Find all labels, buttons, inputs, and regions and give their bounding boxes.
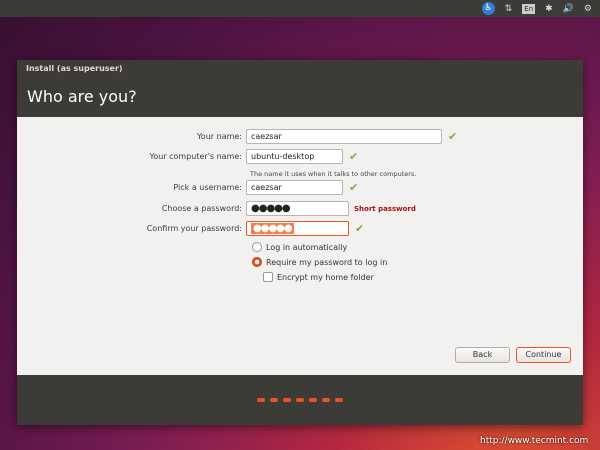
page-title: Who are you? [17,77,583,117]
watermark: http://www.tecmint.com [480,436,589,446]
progress-dot [283,398,291,402]
progress-footer [17,375,583,425]
selected-text: ●●●●● [251,223,294,234]
network-icon[interactable]: ⇅ [505,4,513,14]
bluetooth-icon[interactable]: ✱ [545,4,553,14]
top-panel: ♿ ⇅ En ✱ 🔊 ⚙ [0,0,600,17]
confirm-password-label: Confirm your password: [146,224,242,233]
accessibility-icon[interactable]: ♿ [481,2,495,15]
checkbox-label: Encrypt my home folder [277,272,374,282]
confirm-password-input[interactable]: ●●●●● [246,221,349,236]
volume-icon[interactable]: 🔊 [563,4,574,14]
keyboard-layout-indicator[interactable]: En [522,3,536,14]
computer-name-label: Your computer's name: [149,152,243,161]
progress-dot [257,398,265,402]
back-button[interactable]: Back [455,347,510,363]
name-label: Your name: [196,132,242,141]
progress-dot [296,398,304,402]
progress-dot [270,398,278,402]
progress-dot [309,398,317,402]
check-icon: ✔ [349,181,359,194]
radio-selected-icon [252,257,262,267]
password-label: Choose a password: [161,204,242,213]
progress-dot [322,398,330,402]
check-icon: ✔ [448,130,458,143]
radio-icon [252,242,262,252]
username-label: Pick a username: [173,183,242,192]
progress-dot [335,398,343,402]
computer-name-input[interactable]: ubuntu-desktop [246,149,343,164]
name-input[interactable]: caezsar [246,129,442,144]
encrypt-home-checkbox[interactable]: Encrypt my home folder [263,272,374,282]
check-icon: ✔ [355,222,365,235]
radio-label: Require my password to log in [266,257,388,267]
installer-window: Install (as superuser) Who are you? Your… [17,60,583,425]
continue-button[interactable]: Continue [516,347,571,363]
login-automatically-radio[interactable]: Log in automatically [252,242,347,252]
window-title: Install (as superuser) [17,60,583,77]
checkbox-icon [263,272,273,282]
username-input[interactable]: caezsar [246,180,343,195]
user-form: Your name: caezsar ✔ Your computer's nam… [17,117,583,375]
password-strength: Short password [354,204,416,213]
require-password-radio[interactable]: Require my password to log in [252,257,387,267]
password-input[interactable]: ●●●●● [246,201,349,216]
check-icon: ✔ [349,150,359,163]
radio-label: Log in automatically [266,242,348,252]
computer-name-hint: The name it uses when it talks to other … [250,170,417,178]
power-gear-icon[interactable]: ⚙ [584,4,592,14]
